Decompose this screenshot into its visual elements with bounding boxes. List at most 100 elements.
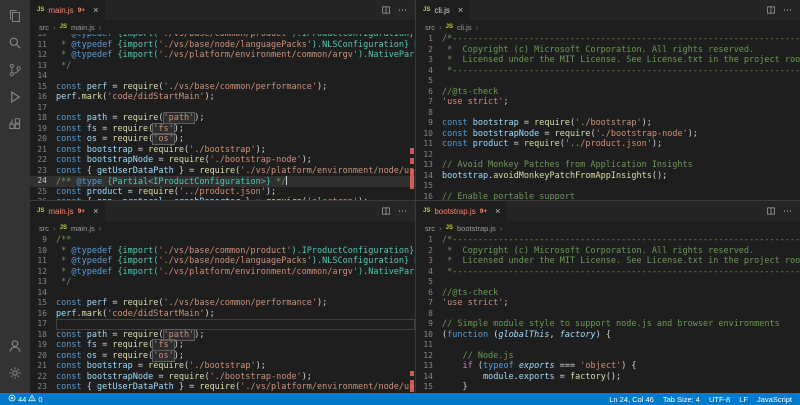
code-line: 10(function (globalThis, factory) { (416, 330, 800, 341)
tab-bootstrap.js[interactable]: JSbootstrap.js9+× (416, 201, 508, 221)
line-content: */ (56, 61, 415, 72)
code-line: 9/** (30, 235, 415, 246)
code-area[interactable]: 1/*-------------------------------------… (416, 235, 800, 393)
breadcrumb[interactable]: src›JScli.js› (416, 20, 800, 34)
close-icon[interactable]: × (458, 6, 463, 15)
breadcrumb-file[interactable]: bootstrap.js (457, 224, 496, 233)
code-line: 17 (30, 319, 415, 330)
more-actions-icon[interactable]: ⋯ (783, 206, 792, 217)
close-icon[interactable]: × (93, 207, 98, 216)
status-cursor-position[interactable]: Ln 24, Col 46 (609, 395, 654, 404)
status-indentation[interactable]: Tab Size: 4 (663, 395, 700, 404)
line-number: 21 (30, 145, 56, 156)
activity-bar-item-search[interactable] (0, 32, 30, 59)
code-line: 11 * @typedef {import('./vs/base/node/la… (30, 40, 415, 51)
close-icon[interactable]: × (93, 6, 98, 15)
line-content: const bootstrap = require('./bootstrap')… (56, 361, 415, 372)
more-actions-icon[interactable]: ⋯ (783, 5, 792, 16)
line-number: 5 (416, 76, 442, 87)
problems-indicator[interactable]: 44 0 (8, 394, 43, 404)
breadcrumb-folder[interactable]: src (425, 224, 435, 233)
split-editor-icon[interactable] (381, 206, 391, 216)
code-line: 23const { getUserDataPath } = require('.… (30, 382, 415, 393)
line-content: const bootstrapNode = require('./bootstr… (56, 155, 415, 166)
activity-bar-item-explorer[interactable] (0, 5, 30, 32)
breadcrumb-folder[interactable]: src (39, 23, 49, 32)
code-lines: 10 * @typedef {import('./vs/base/common/… (30, 34, 415, 200)
line-content: } (442, 382, 800, 393)
workbench: JSmain.js9+×⋯src›JSmain.js›10 * @typedef… (0, 0, 800, 393)
breadcrumb-file[interactable]: main.js (71, 224, 95, 233)
more-actions-icon[interactable]: ⋯ (398, 5, 407, 16)
split-editor-icon[interactable] (381, 5, 391, 15)
line-content: bootstrap.avoidMonkeyPatchFromAppInsight… (442, 171, 800, 182)
line-content (442, 309, 800, 320)
line-content: if (typeof exports === 'object') { (442, 361, 800, 372)
activity-bar-item-settings[interactable] (0, 362, 30, 389)
line-number: 10 (416, 129, 442, 140)
line-number: 15 (30, 82, 56, 93)
activity-bar-item-run-debug[interactable] (0, 86, 30, 113)
line-content: 'use strict'; (442, 97, 800, 108)
tab-main.js[interactable]: JSmain.js9+× (30, 201, 106, 221)
code-line: 3 * Licensed under the MIT License. See … (416, 55, 800, 66)
activity-bar-item-extensions[interactable] (0, 113, 30, 140)
line-content: // Simple module style to support node.j… (442, 319, 800, 330)
js-file-icon: JS (37, 208, 44, 214)
code-area[interactable]: 10 * @typedef {import('./vs/base/common/… (30, 34, 415, 200)
tab-cli.js[interactable]: JScli.js× (416, 0, 471, 20)
breadcrumb-folder[interactable]: src (425, 23, 435, 32)
tab-label: main.js (48, 6, 73, 15)
line-number: 16 (30, 92, 56, 103)
split-editor-icon[interactable] (766, 206, 776, 216)
activity-bar-item-source-control[interactable] (0, 59, 30, 86)
line-number: 26 (30, 197, 56, 200)
breadcrumb-folder[interactable]: src (39, 224, 49, 233)
code-area[interactable]: 9/**10 * @typedef {import('./vs/base/com… (30, 235, 415, 393)
line-number: 7 (416, 298, 442, 309)
line-number: 22 (30, 372, 56, 383)
close-icon[interactable]: × (495, 207, 500, 216)
tab-bar: JScli.js× ⋯ (416, 0, 800, 20)
editor-actions: ⋯ (373, 201, 415, 221)
line-number: 2 (416, 246, 442, 257)
line-number: 15 (30, 298, 56, 309)
code-line: 10const bootstrapNode = require('./boots… (416, 129, 800, 140)
editor-group-top-left: JSmain.js9+× ⋯ src›JSmain.js›10 * @typedef… (30, 0, 415, 200)
editor-group-bottom-right: JSbootstrap.js9+× ⋯ src›JSbootstrap.js›1/*… (415, 200, 800, 393)
activity-bar-item-accounts[interactable] (0, 335, 30, 362)
split-editor-icon[interactable] (766, 5, 776, 15)
js-file-icon: JS (446, 24, 453, 30)
status-encoding[interactable]: UTF-8 (709, 395, 730, 404)
line-content: const { app, protocol, crashReporter } =… (56, 197, 415, 200)
tab-label: main.js (48, 207, 73, 216)
more-actions-icon[interactable]: ⋯ (398, 206, 407, 217)
status-eol[interactable]: LF (739, 395, 748, 404)
code-line: 16perf.mark('code/didStartMain'); (30, 92, 415, 103)
breadcrumb[interactable]: src›JSmain.js› (30, 221, 415, 235)
breadcrumb-file[interactable]: cli.js (457, 23, 472, 32)
code-line: 20const os = require('os'); (30, 351, 415, 362)
line-number: 1 (416, 235, 442, 246)
breadcrumb[interactable]: src›JSbootstrap.js› (416, 221, 800, 235)
tab-main.js[interactable]: JSmain.js9+× (30, 0, 106, 20)
overview-ruler-mark (410, 148, 414, 154)
line-number: 8 (416, 309, 442, 320)
line-content (56, 319, 415, 330)
code-area[interactable]: 1/*-------------------------------------… (416, 34, 800, 200)
line-number: 24 (30, 176, 56, 187)
code-line: 5 (416, 76, 800, 87)
breadcrumb[interactable]: src›JSmain.js› (30, 20, 415, 34)
line-content: // Avoid Monkey Patches from Application… (442, 160, 800, 171)
overview-ruler-mark (410, 380, 414, 392)
line-number: 9 (30, 235, 56, 246)
line-number: 6 (416, 87, 442, 98)
code-line: 8 (416, 309, 800, 320)
status-language-mode[interactable]: JavaScript (757, 395, 792, 404)
code-line: 6//@ts-check (416, 87, 800, 98)
breadcrumb-file[interactable]: main.js (71, 23, 95, 32)
line-content: const bootstrap = require('./bootstrap')… (442, 118, 800, 129)
line-content: * @typedef {import('./vs/base/common/pro… (56, 246, 415, 257)
line-number: 13 (416, 160, 442, 171)
line-number: 12 (30, 50, 56, 61)
